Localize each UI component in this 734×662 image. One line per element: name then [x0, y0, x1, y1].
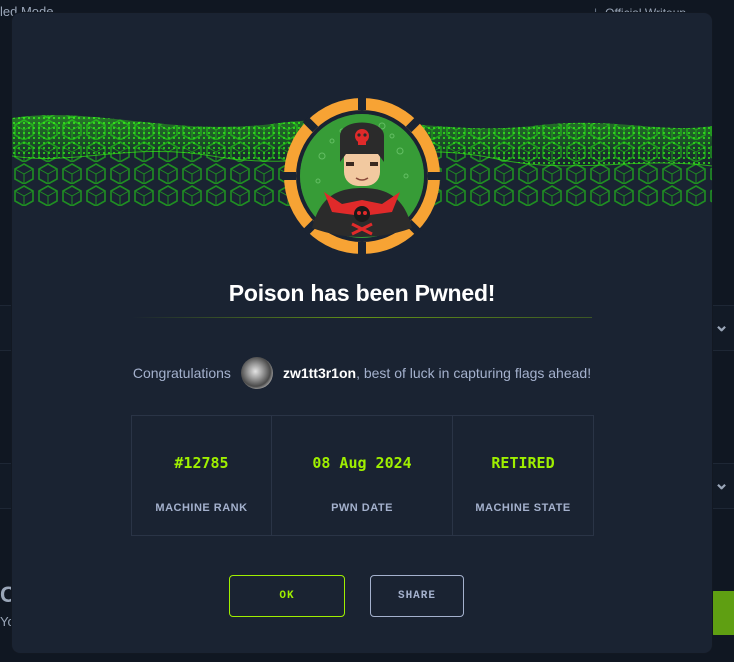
modal-title: Poison has been Pwned!: [228, 280, 496, 306]
stat-machine-rank: #12785 MACHINE RANK: [132, 416, 271, 535]
stat-pwn-date: 08 Aug 2024 PWN DATE: [271, 416, 452, 535]
congrats-prefix: Congratulations: [132, 365, 231, 381]
bg-dropdown-right-1[interactable]: ⌄: [712, 305, 734, 351]
share-button[interactable]: SHARE: [370, 575, 464, 617]
ok-button[interactable]: OK: [229, 575, 345, 617]
stat-machine-state: RETIRED MACHINE STATE: [452, 416, 593, 535]
machine-state-label: MACHINE STATE: [475, 502, 571, 514]
congrats-suffix: , best of luck in capturing flags ahead!: [356, 365, 592, 381]
stats-table: #12785 MACHINE RANK 08 Aug 2024 PWN DATE…: [131, 415, 594, 536]
username: zw1tt3r1on: [282, 365, 357, 381]
bg-dropdown-right-2[interactable]: ⌄: [712, 463, 734, 509]
machine-state-value: RETIRED: [491, 454, 555, 472]
machine-rank-value: #12785: [174, 454, 229, 472]
machine-rank-label: MACHINE RANK: [155, 502, 248, 514]
user-avatar: [240, 357, 273, 389]
bg-dropdown-left-1[interactable]: [0, 305, 12, 351]
pwned-modal: Poison has been Pwned! Congratulations z…: [12, 13, 712, 653]
pwn-date-label: PWN DATE: [331, 502, 393, 514]
congrats-message: Congratulations zw1tt3r1on, best of luck…: [12, 357, 712, 389]
bg-green-button[interactable]: [710, 591, 734, 635]
pwn-date-value: 08 Aug 2024: [312, 454, 412, 472]
chevron-down-icon: ⌄: [714, 473, 730, 493]
chevron-down-icon: ⌄: [714, 315, 730, 335]
machine-avatar: [282, 96, 442, 256]
title-divider: [132, 317, 592, 318]
bg-dropdown-left-2[interactable]: [0, 463, 12, 509]
